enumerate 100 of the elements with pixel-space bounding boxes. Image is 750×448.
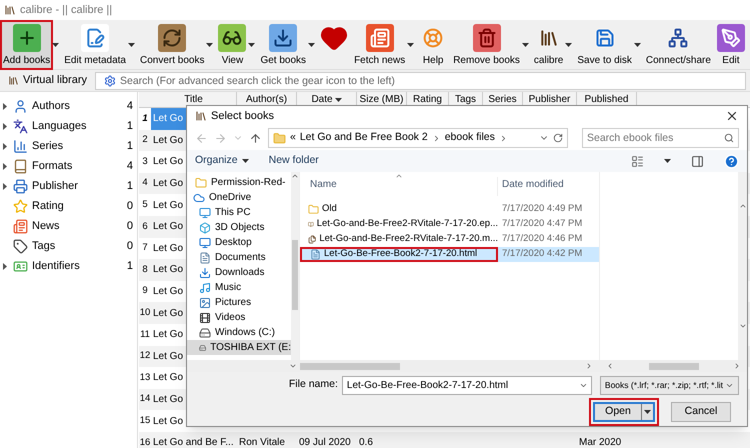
toolbar-button[interactable]: Connect/share bbox=[644, 22, 712, 68]
expand-arrow-icon[interactable] bbox=[3, 182, 7, 190]
file-row[interactable]: Old 7/17/2020 4:49 PM bbox=[300, 202, 599, 217]
file-name-field[interactable]: Let-Go-Be-Free-Book2-7-17-20.html bbox=[342, 376, 592, 394]
expand-arrow-icon[interactable] bbox=[3, 122, 7, 130]
sidebar-item[interactable]: Identifiers 1 bbox=[0, 256, 137, 276]
table-cell-text: Let Go bbox=[153, 177, 184, 192]
up-icon[interactable] bbox=[249, 132, 262, 144]
preview-pane-icon[interactable] bbox=[691, 154, 704, 168]
toolbar-button[interactable]: Edit bbox=[716, 22, 746, 68]
page-file-icon bbox=[310, 249, 321, 260]
toolbar-button[interactable]: Fetch news bbox=[353, 22, 406, 68]
scroll-right-icon[interactable] bbox=[733, 362, 741, 370]
toolbar-button[interactable]: Convert books bbox=[138, 22, 206, 68]
column-header[interactable]: Name bbox=[300, 177, 498, 196]
row-number: 13 bbox=[139, 370, 151, 385]
person-icon bbox=[13, 98, 28, 114]
expand-arrow-icon[interactable] bbox=[3, 102, 7, 110]
sidebar-item[interactable]: News 0 bbox=[0, 216, 137, 236]
address-bar[interactable]: « Let Go and Be Free Book 2 ebook files bbox=[268, 128, 568, 148]
toolbar-button[interactable]: View bbox=[217, 22, 248, 68]
sidebar-item[interactable]: Tags 0 bbox=[0, 236, 137, 256]
sidebar-item[interactable]: Publisher 1 bbox=[0, 176, 137, 196]
navigation-item[interactable]: Desktop bbox=[187, 235, 291, 250]
toolbar-button[interactable]: Edit metadata bbox=[63, 22, 127, 68]
folder-icon bbox=[195, 176, 207, 188]
path-segment[interactable]: Let Go and Be Free Book 2 bbox=[300, 130, 428, 146]
navigation-item[interactable]: Pictures bbox=[187, 295, 291, 310]
sidebar-item[interactable]: Rating 0 bbox=[0, 196, 137, 216]
toolbar-button[interactable]: Add books bbox=[2, 22, 52, 68]
picture-icon bbox=[199, 296, 211, 308]
virtual-library-button[interactable]: Virtual library bbox=[4, 72, 91, 89]
sort-caret-icon[interactable] bbox=[334, 98, 342, 102]
caret-icon[interactable] bbox=[407, 42, 414, 46]
category-count: 1 bbox=[126, 178, 133, 194]
navigation-item[interactable]: OneDrive bbox=[187, 190, 291, 205]
scroll-up-icon[interactable] bbox=[738, 202, 746, 210]
navigation-item[interactable]: Permission-Red- bbox=[187, 175, 291, 190]
row-number: 4 bbox=[141, 176, 149, 190]
path-segment[interactable]: ebook files bbox=[444, 130, 495, 146]
expand-arrow-icon[interactable] bbox=[3, 262, 7, 270]
scroll-down-icon[interactable] bbox=[289, 362, 297, 370]
navigation-item[interactable]: Music bbox=[187, 280, 291, 295]
caret-icon[interactable] bbox=[242, 159, 249, 163]
navigation-item[interactable]: 3D Objects bbox=[187, 220, 291, 235]
file-row[interactable]: Let-Go-and-Be-Free2-RVitale-7-17-20.m... 7/17/2020 4:46 PM bbox=[300, 232, 599, 247]
scrollbar[interactable] bbox=[291, 172, 299, 360]
refresh-icon[interactable] bbox=[553, 133, 563, 143]
settings-icon[interactable] bbox=[104, 74, 116, 86]
organize-menu[interactable]: Organize bbox=[195, 153, 249, 169]
caret-icon[interactable] bbox=[52, 42, 60, 46]
caret-icon[interactable] bbox=[128, 42, 135, 46]
toolbar-button[interactable]: Remove books bbox=[452, 22, 521, 68]
scroll-down-icon[interactable] bbox=[738, 322, 746, 330]
toolbar-button[interactable]: Save to disk bbox=[576, 22, 633, 68]
new-folder-button[interactable]: New folder bbox=[268, 153, 319, 169]
caret-icon[interactable] bbox=[206, 42, 214, 46]
close-icon[interactable] bbox=[725, 109, 739, 123]
toolbar-button[interactable]: Get books bbox=[259, 22, 308, 68]
dialog-button[interactable]: Cancel bbox=[671, 402, 731, 422]
caret-icon[interactable] bbox=[248, 42, 256, 46]
caret-icon[interactable] bbox=[634, 42, 641, 46]
navigation-item[interactable]: This PC bbox=[187, 205, 291, 220]
category-label: Rating bbox=[32, 198, 65, 214]
toolbar-button[interactable]: calibre bbox=[532, 22, 564, 68]
caret-icon[interactable] bbox=[308, 42, 316, 46]
navigation-item[interactable]: Videos bbox=[187, 310, 291, 325]
window-title: calibre - || calibre || bbox=[20, 2, 112, 18]
category-label: Formats bbox=[32, 158, 74, 174]
sidebar-item[interactable]: Languages 1 bbox=[0, 116, 137, 136]
search-field[interactable]: Search ebook files bbox=[582, 128, 739, 148]
scroll-right-icon[interactable] bbox=[585, 362, 593, 370]
sidebar-item[interactable]: Series 1 bbox=[0, 136, 137, 156]
caret-icon[interactable] bbox=[565, 42, 572, 46]
sidebar-item[interactable]: Formats 4 bbox=[0, 156, 137, 176]
view-options-icon[interactable] bbox=[631, 154, 644, 168]
row-number: 2 bbox=[141, 133, 149, 148]
scroll-left-icon[interactable] bbox=[606, 362, 614, 370]
row-number: 7 bbox=[141, 241, 149, 256]
file-row[interactable]: Let-Go-Be-Free-Book2-7-17-20.html 7/17/2020 4:42 PM bbox=[300, 247, 599, 262]
navigation-item[interactable]: TOSHIBA EXT (E: bbox=[187, 340, 291, 355]
caret-icon[interactable] bbox=[664, 159, 671, 163]
sidebar-item[interactable]: Authors 4 bbox=[0, 96, 137, 116]
category-label: Authors bbox=[32, 98, 71, 114]
scroll-up-icon[interactable] bbox=[291, 172, 299, 180]
expand-arrow-icon[interactable] bbox=[3, 162, 7, 170]
row-number: 5 bbox=[141, 198, 149, 212]
navigation-item[interactable]: Documents bbox=[187, 250, 291, 265]
split-button[interactable]: Open bbox=[593, 402, 655, 422]
file-type-dropdown[interactable]: Books (*.lrf; *.rar; *.zip; *.rtf; *.lit bbox=[600, 376, 739, 394]
column-header[interactable]: Date modified bbox=[498, 177, 564, 196]
navigation-item[interactable]: Windows (C:) bbox=[187, 325, 291, 340]
expand-arrow-icon[interactable] bbox=[3, 142, 7, 150]
file-row[interactable]: Let-Go-and-Be-Free2-RVitale-7-17-20.ep... 7/17/2020 4:47 PM bbox=[300, 217, 599, 232]
help-icon[interactable] bbox=[724, 154, 739, 168]
toolbar-button[interactable]: Help bbox=[418, 22, 448, 68]
navigation-item[interactable]: Downloads bbox=[187, 265, 291, 280]
caret-icon[interactable] bbox=[522, 42, 529, 46]
barcode-card-icon bbox=[13, 258, 28, 274]
scrollbar[interactable] bbox=[738, 172, 747, 360]
